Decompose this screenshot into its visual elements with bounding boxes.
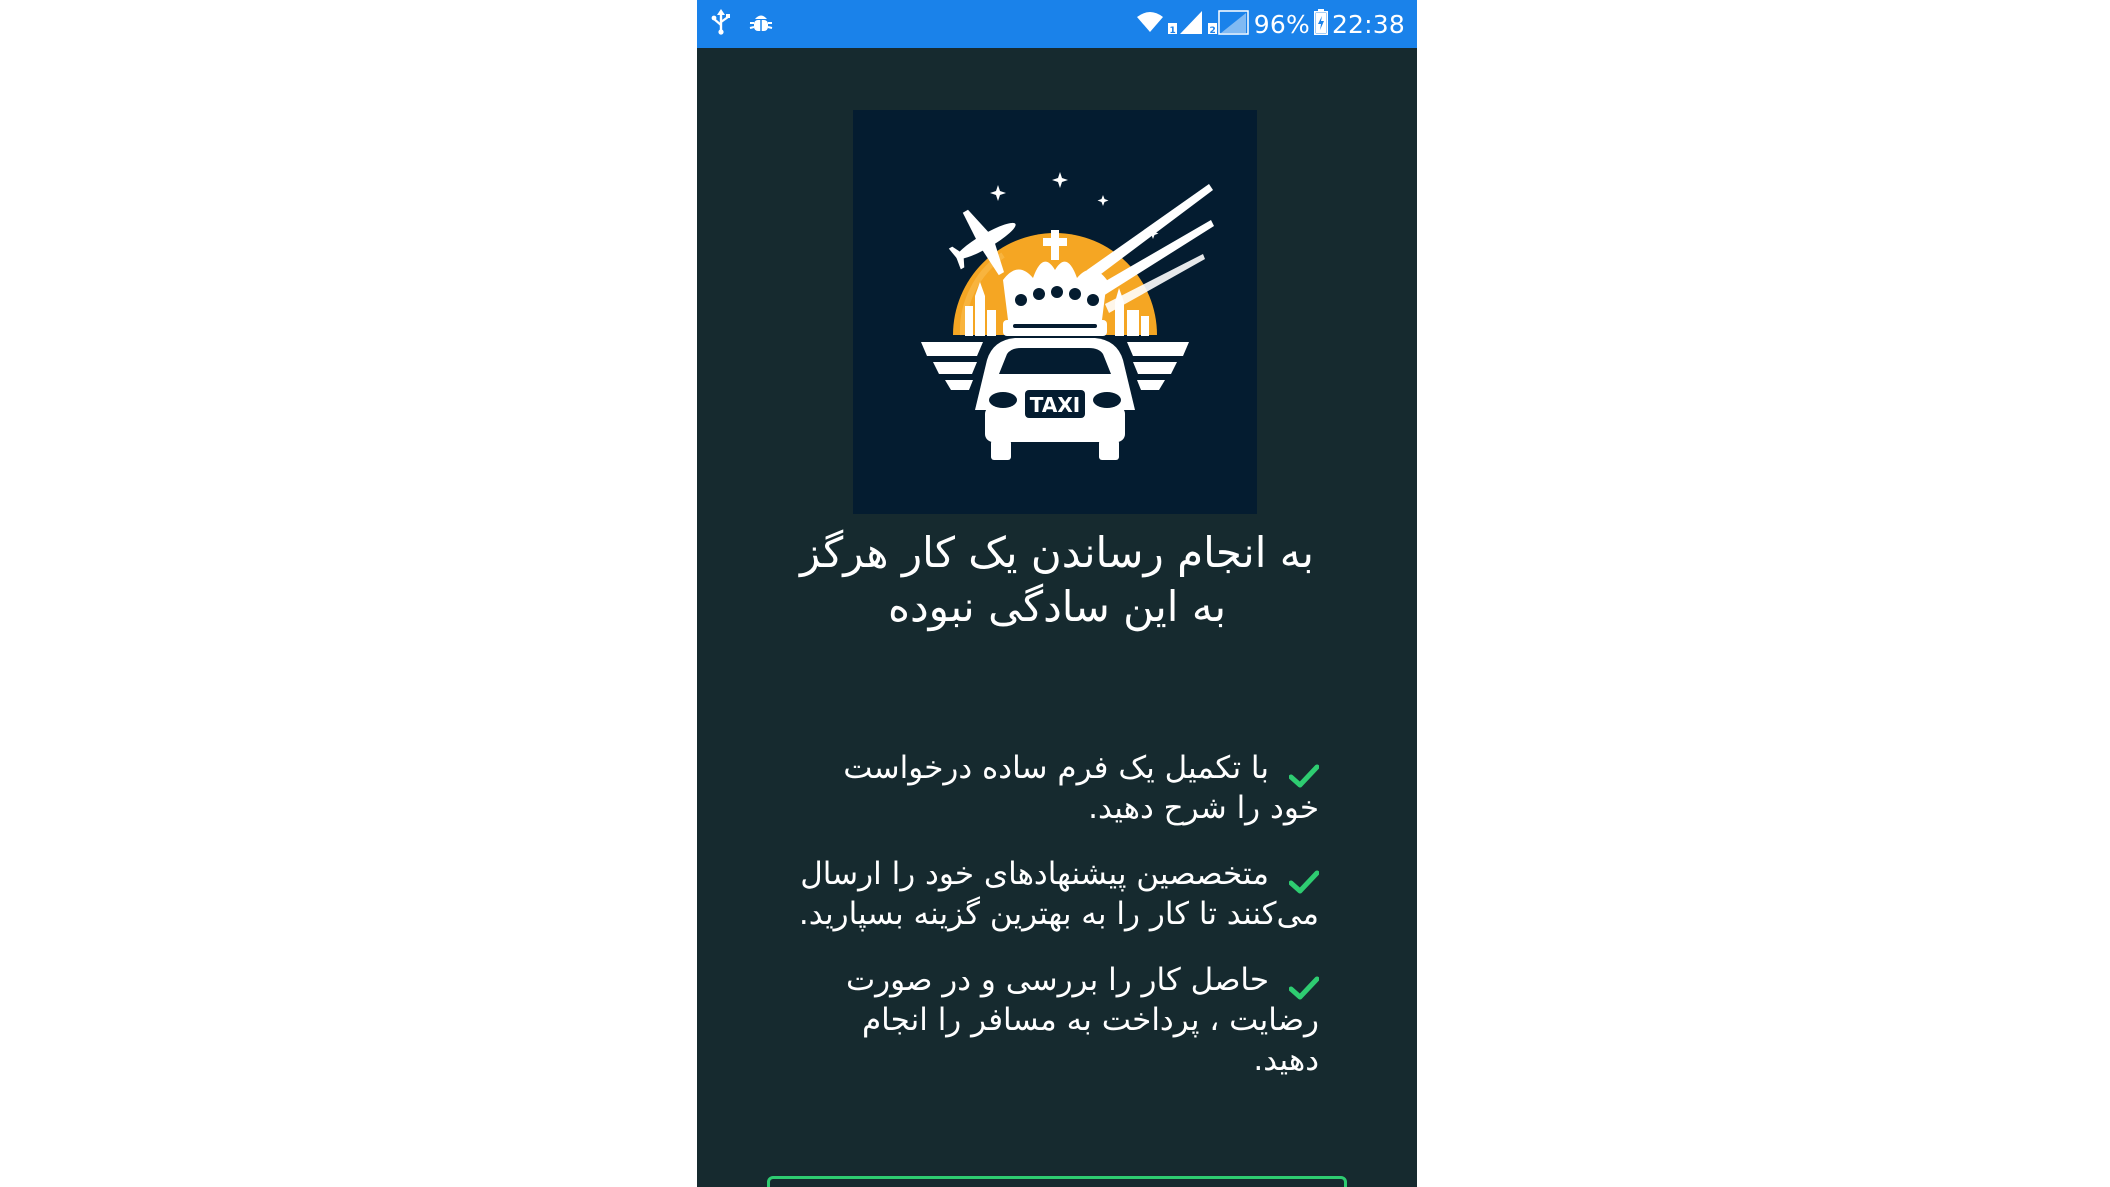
clock: 22:38	[1331, 9, 1405, 39]
signal-sim2-icon: 2	[1207, 9, 1250, 39]
usb-icon	[711, 9, 731, 39]
svg-text:2: 2	[1209, 26, 1215, 35]
check-icon	[1288, 864, 1320, 893]
feature-item: با تکمیل یک فرم ساده درخواست خود را شرح …	[797, 748, 1320, 828]
feature-text: حاصل کار را بررسی و در صورت رضایت ، پردا…	[845, 962, 1319, 1078]
signal-sim1-icon: 1	[1167, 9, 1204, 39]
status-bar: 1 2 96% 22:38	[697, 0, 1417, 48]
battery-percent: 96%	[1253, 9, 1310, 39]
check-icon	[1288, 758, 1320, 787]
feature-list: با تکمیل یک فرم ساده درخواست خود را شرح …	[797, 748, 1320, 1106]
check-icon	[1288, 970, 1320, 999]
headline: به انجام رساندن یک کار هرگز به این سادگی…	[757, 526, 1357, 634]
feature-item: حاصل کار را بررسی و در صورت رضایت ، پردا…	[797, 960, 1320, 1080]
cta-button[interactable]	[767, 1176, 1347, 1187]
feature-text: متخصصین پیشنهادهای خود را ارسال می‌کنند …	[798, 856, 1319, 932]
battery-charging-icon	[1313, 9, 1328, 39]
bug-icon	[749, 10, 773, 38]
taxi-sign-text: TAXI	[1030, 393, 1080, 417]
svg-text:1: 1	[1169, 26, 1175, 35]
phone-screen: 1 2 96% 22:38 TAXI به انجام رساندن یک کا…	[697, 0, 1417, 1187]
headline-line-2: به این سادگی نبوده	[887, 582, 1227, 631]
headline-line-1: به انجام رساندن یک کار هرگز	[800, 528, 1314, 577]
feature-text: با تکمیل یک فرم ساده درخواست خود را شرح …	[843, 750, 1319, 826]
taxi-crown-logo: TAXI	[853, 110, 1257, 514]
feature-item: متخصصین پیشنهادهای خود را ارسال می‌کنند …	[797, 854, 1320, 934]
wifi-icon	[1136, 10, 1164, 38]
